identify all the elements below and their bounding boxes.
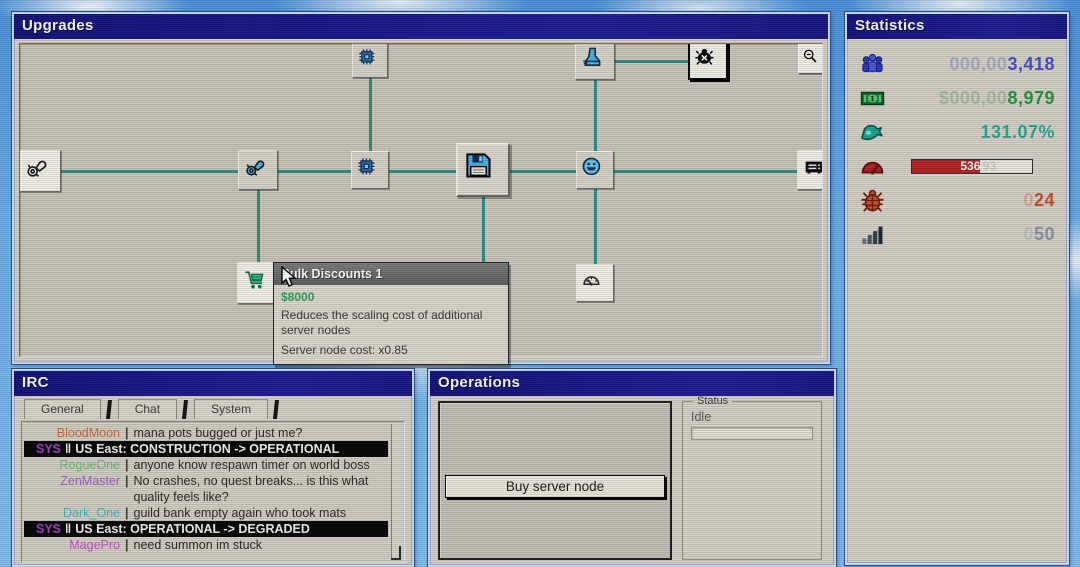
gauge-red-icon <box>859 153 886 180</box>
tab-separator <box>106 400 112 419</box>
money-icon <box>859 85 886 112</box>
people-icon <box>859 51 886 78</box>
wrench-blue-icon <box>244 156 273 185</box>
upgrade-node-boot[interactable] <box>575 43 615 80</box>
irc-message: Dark_One|guild bank empty again who took… <box>24 505 388 521</box>
tab-separator <box>182 400 188 419</box>
stat-value-signal: 050 <box>1023 224 1055 245</box>
upgrades-title: Upgrades <box>14 14 828 39</box>
bug-icon <box>859 187 886 214</box>
irc-message-box: BloodMoon|mana pots bugged or just me?SY… <box>21 421 405 563</box>
irc-messages: BloodMoon|mana pots bugged or just me?SY… <box>24 425 388 553</box>
stat-value-bugs: 024 <box>1023 190 1055 211</box>
tooltip-effect: Server node cost: x0.85 <box>274 339 508 364</box>
tooltip-cost: $8000 <box>274 285 508 307</box>
upgrade-node-gauge[interactable] <box>576 264 614 302</box>
operations-title: Operations <box>430 371 834 396</box>
chip-icon <box>357 47 383 73</box>
irc-tab-general[interactable]: General <box>24 399 101 419</box>
statistics-window: Statistics 000,003,418 $000,008,979 131.07… <box>845 12 1069 565</box>
upgrade-node-save[interactable] <box>456 143 510 197</box>
magnifier-minus-icon <box>802 48 823 69</box>
irc-window: IRC General Chat System BloodMoon|mana pot… <box>12 369 414 567</box>
irc-system-message: SYS‖US East: OPERATIONAL -> DEGRADED <box>24 521 388 537</box>
status-progress-bar <box>691 427 813 440</box>
status-text: Idle <box>691 410 813 424</box>
irc-message: MagePro|need summon im stuck <box>24 537 388 553</box>
gauge-dark-icon <box>581 269 608 296</box>
stat-value-money: $000,008,979 <box>939 88 1055 109</box>
irc-message: BloodMoon|mana pots bugged or just me? <box>24 425 388 441</box>
upgrade-node-zoom-out[interactable] <box>798 44 823 74</box>
statistics-rows: 000,003,418 $000,008,979 131.07% 53693 024 05… <box>847 39 1067 251</box>
upgrade-node-chip-top[interactable] <box>352 43 388 78</box>
signal-icon <box>859 221 886 248</box>
irc-tab-system[interactable]: System <box>194 399 268 419</box>
upgrade-node-server-card[interactable] <box>797 150 823 190</box>
irc-tab-row: General Chat System <box>22 399 283 419</box>
load-bar-value-faded: 93 <box>983 160 996 173</box>
buy-server-node-button[interactable]: Buy server node <box>445 475 665 498</box>
upgrade-node-smiley[interactable] <box>576 151 614 189</box>
stat-row-bugs: 024 <box>847 183 1067 217</box>
irc-message: ZenMaster|No crashes, no quest breaks...… <box>24 473 388 505</box>
server-card-icon <box>803 156 823 185</box>
stat-value-efficiency: 131.07% <box>980 122 1055 143</box>
status-legend: Status <box>693 395 732 407</box>
upgrade-node-chip-mid[interactable] <box>351 151 389 189</box>
bug-x-icon <box>694 46 721 73</box>
irc-tab-chat[interactable]: Chat <box>118 399 177 419</box>
comet-icon <box>859 119 886 146</box>
chip-icon <box>356 156 383 183</box>
mouse-cursor-icon <box>280 266 298 295</box>
stat-value-users: 000,003,418 <box>949 54 1055 75</box>
upgrade-node-debug[interactable] <box>688 43 728 80</box>
tooltip-title: Bulk Discounts 1 <box>274 263 508 285</box>
operations-window: Operations Buy server node Status Idle <box>428 369 836 567</box>
stat-row-efficiency: 131.07% <box>847 115 1067 149</box>
cart-icon <box>243 268 273 298</box>
stat-row-money: $000,008,979 <box>847 81 1067 115</box>
stat-row-load: 53693 <box>847 149 1067 183</box>
irc-scrollbar[interactable] <box>391 424 402 560</box>
upgrade-edge <box>40 170 817 173</box>
statistics-title: Statistics <box>847 14 1067 39</box>
irc-system-message: SYS‖US East: CONSTRUCTION -> OPERATIONAL <box>24 441 388 457</box>
boot-icon <box>581 46 610 75</box>
irc-title: IRC <box>14 371 412 396</box>
upgrade-node-tools[interactable] <box>19 150 61 192</box>
floppy-icon <box>464 151 502 189</box>
load-bar-value: 536 <box>960 160 980 173</box>
load-bar: 53693 <box>911 159 1033 174</box>
irc-message: RogueOne|anyone know respawn timer on wo… <box>24 457 388 473</box>
stat-row-users: 000,003,418 <box>847 47 1067 81</box>
tooltip-description: Reduces the scaling cost of additional s… <box>274 307 508 339</box>
upgrade-node-tools-blue[interactable] <box>238 150 278 190</box>
tab-separator <box>273 400 279 419</box>
operations-action-panel: Buy server node <box>438 401 672 560</box>
status-groupbox: Status Idle <box>682 395 822 560</box>
stat-row-signal: 050 <box>847 217 1067 251</box>
smiley-icon <box>581 156 608 183</box>
upgrade-tooltip: Bulk Discounts 1 $8000 Reduces the scali… <box>273 262 509 365</box>
wrench-icon <box>25 156 55 186</box>
